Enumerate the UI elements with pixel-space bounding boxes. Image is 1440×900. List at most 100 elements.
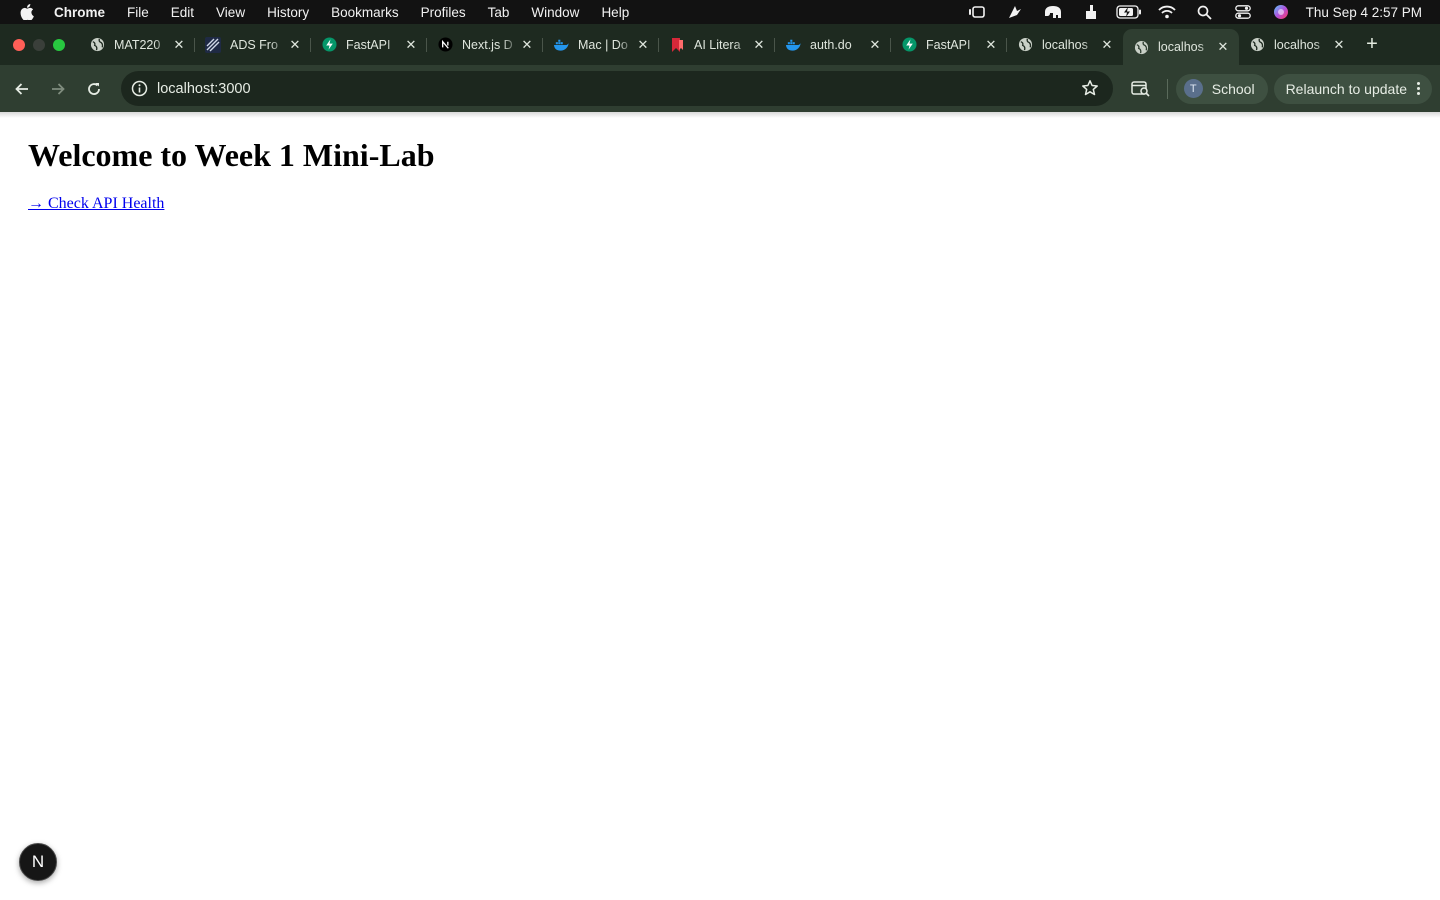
close-icon[interactable]: ✕: [1215, 39, 1231, 55]
spotlight-search-icon[interactable]: [1186, 0, 1224, 24]
menubar-clock[interactable]: Thu Sep 4 2:57 PM: [1300, 5, 1440, 20]
menu-history[interactable]: History: [256, 0, 320, 24]
fastapi-icon: [321, 37, 337, 53]
toolbar-shadow: [0, 112, 1440, 118]
tab-title: AI Litera: [694, 37, 741, 52]
toolbar-divider: [1166, 78, 1168, 99]
tab-title: FastAPI: [346, 37, 391, 52]
url-text[interactable]: localhost:3000: [157, 81, 251, 97]
nextjs-dev-tools-button[interactable]: N: [19, 843, 57, 881]
close-icon[interactable]: ✕: [983, 37, 999, 53]
new-tab-button[interactable]: +: [1355, 30, 1389, 60]
tab-mac-docker[interactable]: Mac | Do ✕: [543, 29, 659, 61]
close-icon[interactable]: ✕: [635, 37, 651, 53]
close-icon[interactable]: ✕: [519, 37, 535, 53]
close-icon[interactable]: ✕: [867, 37, 883, 53]
close-icon[interactable]: ✕: [1331, 37, 1347, 53]
browser-toolbar: localhost:3000 T School Relaunch to upda…: [0, 65, 1440, 112]
site-info-icon[interactable]: [121, 80, 157, 97]
menu-tab[interactable]: Tab: [477, 0, 521, 24]
profile-button[interactable]: T School: [1175, 73, 1268, 104]
toolbar-right: T School Relaunch to update: [1123, 65, 1440, 112]
fullscreen-window-button[interactable]: [53, 38, 65, 51]
minimize-window-button[interactable]: [33, 38, 45, 51]
close-icon[interactable]: ✕: [171, 37, 187, 53]
tab-title: MAT220: [114, 37, 161, 52]
bookmark-star-icon[interactable]: [1081, 79, 1099, 102]
arrow-left-icon: [15, 82, 28, 95]
tab-localhost-3[interactable]: localhos ✕: [1239, 29, 1355, 61]
profile-name: School: [1211, 80, 1255, 97]
tab-ai-literacy[interactable]: AI Litera ✕: [659, 29, 775, 61]
tab-mat220[interactable]: MAT220 ✕: [79, 29, 195, 61]
battery-icon[interactable]: [1110, 0, 1148, 24]
relaunch-to-update-button[interactable]: Relaunch to update: [1273, 73, 1432, 104]
apple-menu-icon[interactable]: [0, 4, 54, 20]
docker-icon: [785, 37, 801, 53]
tab-title: ADS Fro: [230, 37, 278, 52]
menu-window[interactable]: Window: [520, 0, 590, 24]
tab-localhost-active[interactable]: localhos ✕: [1123, 29, 1239, 65]
tab-title: localhos: [1274, 37, 1320, 52]
tab-list: MAT220 ✕ ADS Fro ✕ FastAPI ✕ Next.js D ✕…: [79, 24, 1389, 65]
docker-icon: [553, 37, 569, 53]
window-controls: [0, 38, 79, 51]
stage-manager-icon[interactable]: [958, 0, 996, 24]
menu-profiles[interactable]: Profiles: [410, 0, 477, 24]
globe-icon: [1017, 37, 1033, 53]
tab-title: FastAPI: [926, 37, 971, 52]
tab-nextjs[interactable]: Next.js D ✕: [427, 29, 543, 61]
menu-view[interactable]: View: [205, 0, 256, 24]
wifi-icon[interactable]: [1148, 0, 1186, 24]
menu-bookmarks[interactable]: Bookmarks: [320, 0, 410, 24]
arrow-right-icon: [52, 82, 65, 95]
menubar-status-area: Thu Sep 4 2:57 PM: [958, 0, 1440, 24]
tab-title: localhos: [1042, 37, 1088, 52]
elephant-status-icon[interactable]: [1034, 0, 1072, 24]
avatar: T: [1183, 79, 1203, 98]
tab-strip: MAT220 ✕ ADS Fro ✕ FastAPI ✕ Next.js D ✕…: [0, 24, 1440, 65]
tab-title: auth.do: [810, 37, 852, 52]
tab-localhost-1[interactable]: localhos ✕: [1007, 29, 1123, 61]
menu-help[interactable]: Help: [590, 0, 640, 24]
siri-icon[interactable]: [1262, 0, 1300, 24]
menu-file[interactable]: File: [116, 0, 160, 24]
close-icon[interactable]: ✕: [287, 37, 303, 53]
more-vertical-icon: [1417, 82, 1420, 95]
globe-icon: [1249, 37, 1265, 53]
back-button[interactable]: [4, 71, 40, 107]
close-window-button[interactable]: [13, 38, 25, 51]
close-icon[interactable]: ✕: [403, 37, 419, 53]
tab-title: Mac | Do: [578, 37, 628, 52]
tab-auth-docker[interactable]: auth.do ✕: [775, 29, 891, 61]
tab-ads[interactable]: ADS Fro ✕: [195, 29, 311, 61]
page-viewport: Welcome to Week 1 Mini-Lab → Check API H…: [0, 112, 1440, 900]
close-icon[interactable]: ✕: [1099, 37, 1115, 53]
tab-search-button[interactable]: [1123, 71, 1159, 107]
tab-title: localhos: [1158, 40, 1204, 54]
tab-fastapi-2[interactable]: FastAPI ✕: [891, 29, 1007, 61]
macos-menu-bar: Chrome File Edit View History Bookmarks …: [0, 0, 1440, 24]
forward-button[interactable]: [40, 71, 76, 107]
control-center-icon[interactable]: [1224, 0, 1262, 24]
tab-title: Next.js D: [462, 37, 513, 52]
check-api-health-link[interactable]: → Check API Health: [28, 195, 164, 213]
relaunch-label: Relaunch to update: [1285, 80, 1407, 97]
tab-search-icon: [1131, 80, 1150, 97]
ads-icon: [205, 36, 221, 53]
fastapi-icon: [901, 37, 917, 53]
bookmark-red-icon: [669, 37, 685, 53]
menu-edit[interactable]: Edit: [160, 0, 205, 24]
close-icon[interactable]: ✕: [751, 37, 767, 53]
menu-app-chrome[interactable]: Chrome: [54, 0, 116, 24]
extension-status-icon[interactable]: [1072, 0, 1110, 24]
reload-button[interactable]: [76, 71, 112, 107]
app-status-icon[interactable]: [996, 0, 1034, 24]
reload-icon: [88, 82, 100, 95]
globe-icon: [1133, 39, 1149, 55]
globe-icon: [89, 37, 105, 53]
nextjs-badge-label: N: [31, 852, 45, 871]
tab-fastapi-1[interactable]: FastAPI ✕: [311, 29, 427, 61]
address-bar[interactable]: localhost:3000: [121, 71, 1113, 106]
page-heading: Welcome to Week 1 Mini-Lab: [28, 137, 435, 173]
